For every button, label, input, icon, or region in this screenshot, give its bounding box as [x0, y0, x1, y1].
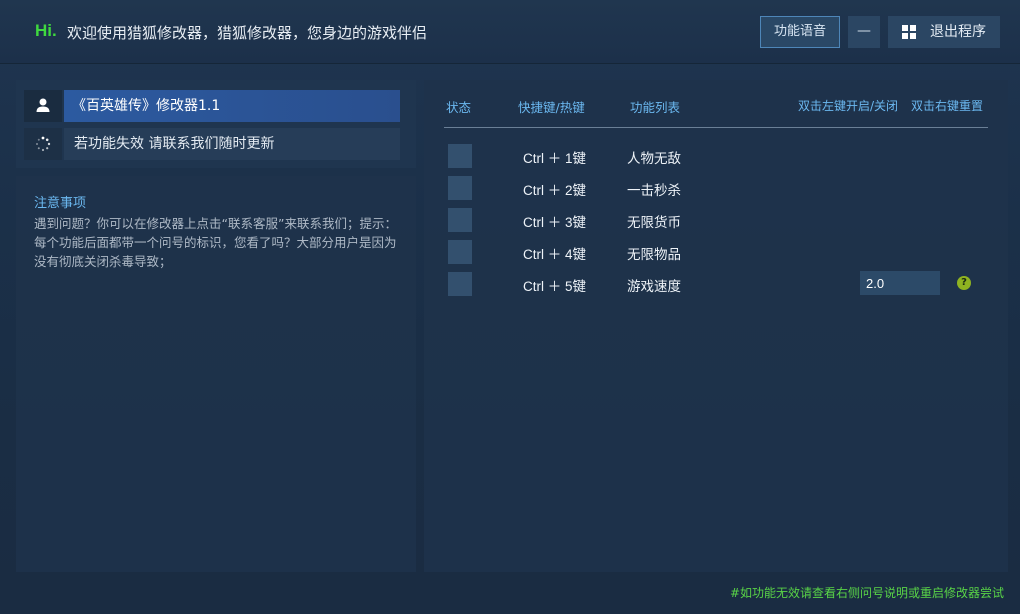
function-label: 一击秒杀 [627, 183, 681, 199]
hotkey-label: Ctrl ＋ 5键 [523, 279, 587, 294]
hi-logo: Hi. [35, 21, 57, 40]
function-panel: 状态 快捷键/热键 功能列表 双击左键开启/关闭 双击右键重置 Ctrl ＋ 1… [424, 80, 1008, 572]
hotkey-label: Ctrl ＋ 1键 [523, 151, 587, 166]
update-notice-text: 若功能失效 请联系我们随时更新 [64, 128, 400, 160]
function-label: 人物无敌 [627, 151, 681, 167]
header-divider [444, 127, 988, 128]
hotkey-label: Ctrl ＋ 3键 [523, 215, 587, 230]
title-bar: Hi. 欢迎使用猎狐修改器，猎狐修改器，您身边的游戏伴侣 功能语音 — 退出程序 [0, 0, 1020, 64]
function-row[interactable]: Ctrl ＋ 4键 无限物品 [424, 238, 1008, 266]
function-label: 无限货币 [627, 215, 681, 231]
function-row[interactable]: Ctrl ＋ 1键 人物无敌 [424, 142, 1008, 170]
status-checkbox[interactable] [448, 272, 472, 296]
game-title: 《百英雄传》修改器1.1 [64, 90, 400, 122]
loading-spinner-icon [24, 128, 62, 160]
minimize-button[interactable]: — [848, 16, 880, 48]
notes-panel: 注意事项 遇到问题？你可以在修改器上点击“联系客服”来联系我们；提示：每个功能后… [16, 176, 416, 572]
hotkey-label: Ctrl ＋ 2键 [523, 183, 587, 198]
function-label: 无限物品 [627, 247, 681, 263]
function-row[interactable]: Ctrl ＋ 5键 游戏速度 ? [424, 270, 1008, 298]
function-row[interactable]: Ctrl ＋ 3键 无限货币 [424, 206, 1008, 234]
update-notice-row[interactable]: 若功能失效 请联系我们随时更新 [24, 128, 400, 160]
user-icon [24, 90, 62, 122]
voice-button[interactable]: 功能语音 [760, 16, 840, 48]
hotkey-label: Ctrl ＋ 4键 [523, 247, 587, 262]
footer-note: #如功能无效请查看右侧问号说明或重启修改器尝试 [729, 586, 1004, 600]
function-row[interactable]: Ctrl ＋ 2键 一击秒杀 [424, 174, 1008, 202]
exit-button[interactable]: 退出程序 [888, 16, 1000, 48]
exit-button-label: 退出程序 [930, 24, 986, 40]
help-icon[interactable]: ? [957, 276, 971, 290]
header-functions: 功能列表 [630, 100, 681, 115]
header-hotkey: 快捷键/热键 [518, 100, 585, 115]
header-left-click-hint: 双击左键开启/关闭 [798, 99, 899, 113]
header-right-click-hint: 双击右键重置 [911, 99, 984, 113]
status-checkbox[interactable] [448, 144, 472, 168]
welcome-text: 欢迎使用猎狐修改器，猎狐修改器，您身边的游戏伴侣 [67, 24, 428, 42]
notes-body: 遇到问题？你可以在修改器上点击“联系客服”来联系我们；提示：每个功能后面都带一个… [34, 216, 397, 269]
status-checkbox[interactable] [448, 208, 472, 232]
windows-icon [902, 25, 916, 39]
game-title-row[interactable]: 《百英雄传》修改器1.1 [24, 90, 400, 122]
status-checkbox[interactable] [448, 176, 472, 200]
function-label: 游戏速度 [627, 279, 681, 295]
game-info-panel: 《百英雄传》修改器1.1 若功能失效 请联系我们随时更新 [16, 80, 416, 168]
notes-title: 注意事项 [34, 196, 87, 211]
game-speed-input[interactable] [860, 271, 940, 295]
header-status: 状态 [446, 100, 472, 115]
status-checkbox[interactable] [448, 240, 472, 264]
